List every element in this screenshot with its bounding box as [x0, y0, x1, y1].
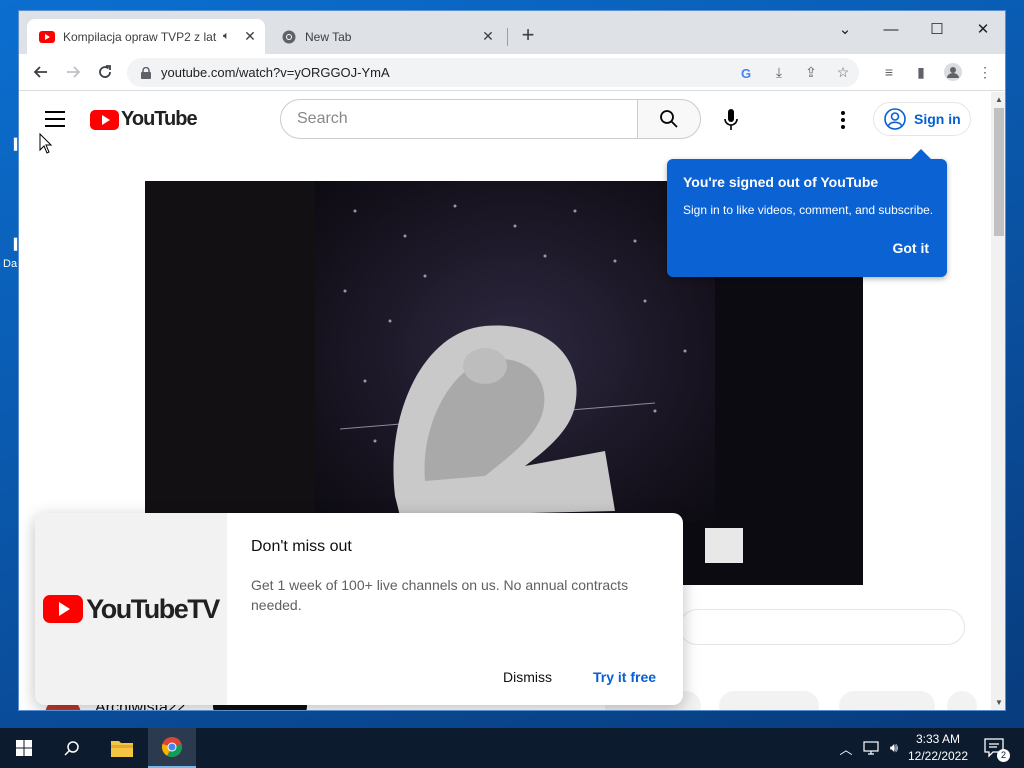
tooltip-title: You're signed out of YouTube [683, 174, 879, 190]
tab-search-icon[interactable]: ⌄ [822, 15, 868, 43]
youtube-tv-logo: YouTubeTV [43, 593, 220, 625]
page-scrollbar[interactable]: ▲ ▼ [991, 92, 1005, 710]
search-input[interactable] [297, 110, 617, 128]
youtube-logo-text: YouTube [121, 108, 198, 130]
video-frame-starfield [315, 181, 715, 521]
youtube-play-logo-icon [90, 109, 119, 130]
forward-arrow-icon[interactable] [59, 58, 87, 86]
minimize-button[interactable]: — [868, 15, 914, 43]
desktop-icon-label-fragment: Da [3, 258, 18, 270]
dismiss-button[interactable]: Dismiss [503, 669, 552, 685]
tab-youtube[interactable]: Kompilacja opraw TVP2 z lat 🔈︎ ✕ [27, 19, 265, 54]
promo-title: Don't miss out [251, 538, 352, 555]
close-window-button[interactable]: ✕ [960, 15, 1005, 43]
maximize-button[interactable]: ☐ [914, 15, 960, 43]
action-center-button[interactable]: 2 [980, 728, 1010, 768]
try-it-free-button[interactable]: Try it free [593, 669, 656, 685]
scroll-down-arrow-icon[interactable]: ▼ [995, 698, 1003, 707]
search-icon [660, 110, 678, 128]
windows-taskbar: ︿ 🔊︎ 3:33 AM 12/22/2022 2 [0, 728, 1024, 768]
browser-toolbar: youtube.com/watch?v=yORGGOJ-YmA G ⤓ ⇪ ☆ … [19, 54, 1005, 91]
close-tab-icon[interactable]: ✕ [239, 28, 261, 45]
share-button[interactable] [719, 691, 819, 710]
scrollbar-thumb[interactable] [994, 108, 1004, 236]
windows-logo-icon [16, 740, 32, 756]
chrome-icon [162, 737, 182, 758]
mouse-cursor-icon [39, 133, 53, 154]
bookmark-star-icon[interactable]: ☆ [827, 64, 859, 81]
chrome-window: Kompilacja opraw TVP2 z lat 🔈︎ ✕ New Tab… [18, 10, 1006, 711]
system-clock[interactable]: 3:33 AM 12/22/2022 [902, 731, 974, 765]
taskbar-search-icon [64, 741, 79, 756]
speaker-icon[interactable]: 🔈︎ [223, 30, 239, 43]
show-hidden-icons-chevron-icon[interactable]: ︿ [836, 728, 856, 768]
reload-icon[interactable] [91, 58, 119, 86]
tvp2-logo-frame [339, 204, 687, 516]
back-arrow-icon[interactable] [27, 58, 55, 86]
chrome-taskbar-button[interactable] [148, 728, 196, 768]
youtube-tv-promo-dialog: YouTubeTV Don't miss out Get 1 week of 1… [35, 513, 683, 705]
tab-new-tab[interactable]: New Tab ✕ [269, 19, 503, 54]
reading-list-icon[interactable]: ≡ [873, 58, 905, 86]
close-tab-icon[interactable]: ✕ [477, 28, 499, 45]
more-actions-button[interactable] [947, 691, 977, 710]
google-translate-icon[interactable]: G [731, 66, 763, 80]
clock-date: 12/22/2022 [907, 749, 969, 763]
clock-time: 3:33 AM [915, 732, 961, 746]
side-panel-icon[interactable]: ▮ [905, 58, 937, 86]
voice-search-button[interactable] [711, 100, 751, 140]
folder-icon [111, 741, 133, 757]
notification-count-badge: 2 [997, 749, 1010, 762]
signed-out-tooltip: You're signed out of YouTube Sign in to … [667, 149, 947, 277]
tab-strip: Kompilacja opraw TVP2 z lat 🔈︎ ✕ New Tab… [19, 11, 1005, 54]
account-circle-icon [884, 108, 906, 130]
volume-icon[interactable]: 🔊︎ [884, 728, 904, 768]
promo-body: Get 1 week of 100+ live channels on us. … [251, 577, 629, 613]
tab-title: New Tab [305, 29, 352, 44]
address-bar[interactable]: youtube.com/watch?v=yORGGOJ-YmA G ⤓ ⇪ ☆ [127, 58, 859, 87]
search-button[interactable] [637, 99, 701, 139]
share-icon[interactable]: ⇪ [795, 64, 827, 81]
search-field[interactable] [280, 99, 638, 139]
file-explorer-button[interactable] [98, 728, 146, 768]
tooltip-body: Sign in to like videos, comment, and sub… [683, 203, 934, 217]
youtube-tv-play-icon [43, 595, 84, 623]
chrome-favicon-icon [281, 29, 297, 45]
network-icon[interactable] [860, 728, 882, 768]
tab-title: Kompilacja opraw TVP2 z lat [63, 29, 217, 44]
video-frame-bar [705, 528, 743, 563]
youtube-favicon-icon [39, 29, 55, 45]
tab-divider [507, 28, 508, 46]
url-text: youtube.com/watch?v=yORGGOJ-YmA [161, 65, 390, 80]
promo-logo-panel: YouTubeTV [35, 513, 227, 705]
more-options-icon[interactable] [831, 108, 855, 132]
new-tab-button[interactable]: + [516, 24, 540, 48]
taskbar-search-button[interactable] [48, 728, 96, 768]
start-button[interactable] [0, 728, 48, 768]
youtube-page: YouTube Sign in [19, 92, 1005, 710]
chrome-menu-icon[interactable]: ⋮ [969, 58, 1001, 86]
youtube-logo[interactable]: YouTube [90, 108, 198, 131]
got-it-button[interactable]: Got it [892, 240, 929, 256]
install-app-icon[interactable]: ⤓ [763, 64, 795, 81]
profile-avatar-icon[interactable] [937, 58, 969, 86]
youtube-tv-logo-text: YouTubeTV [86, 593, 220, 624]
lock-icon[interactable] [139, 66, 153, 79]
guide-menu-icon[interactable] [45, 111, 65, 132]
svg-text:G: G [741, 66, 751, 80]
microphone-icon [724, 109, 738, 130]
sign-in-button[interactable]: Sign in [873, 102, 971, 136]
comment-input-edge[interactable] [679, 609, 965, 645]
sign-in-label: Sign in [914, 111, 961, 127]
scroll-up-arrow-icon[interactable]: ▲ [995, 95, 1003, 104]
save-button[interactable] [839, 691, 935, 710]
